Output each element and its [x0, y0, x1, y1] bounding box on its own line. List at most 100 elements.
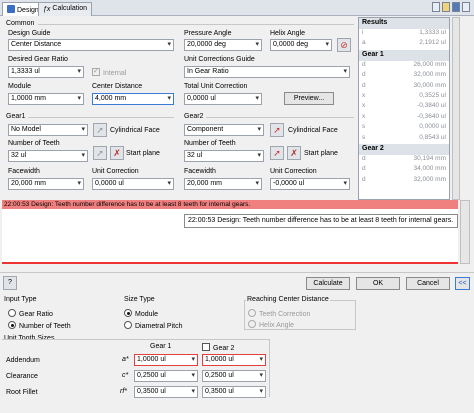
gear2-cyl-face-button[interactable]: ➚	[270, 123, 284, 137]
help-icon[interactable]	[432, 2, 440, 12]
total-unit-corr-input[interactable]: 0,0000 ul	[184, 93, 262, 105]
arrow-select-icon: ➚	[96, 125, 104, 135]
results-title: Results	[359, 18, 449, 29]
help-button[interactable]: ?	[3, 276, 17, 290]
gear1-start-plane-button[interactable]: ➚	[93, 146, 107, 160]
gear1-teeth-input[interactable]: 32 ul	[8, 150, 88, 162]
message-scrollbar[interactable]	[460, 200, 470, 264]
result-row: d 30,194 mm	[359, 155, 449, 165]
gear2-unit-corr-input[interactable]: -0,0000 ul	[270, 178, 350, 190]
col-gear1-label: Gear 1	[150, 343, 172, 350]
fx-icon: ƒx	[43, 6, 51, 13]
clearance-gear2-input[interactable]: 0,2500 ul	[202, 370, 266, 382]
gear1-type-select[interactable]: No Model	[8, 124, 88, 136]
clearance-label: Clearance	[6, 373, 38, 380]
gear2-start-plane-label: Start plane	[304, 150, 338, 157]
reaching-helix-radio[interactable]: Helix Angle	[248, 320, 294, 329]
gear2-flip-button[interactable]: ✗	[287, 146, 301, 160]
calculate-button[interactable]: Calculate	[306, 277, 350, 290]
addendum-label: Addendum	[6, 357, 40, 364]
options-icon[interactable]	[462, 2, 470, 12]
root-fillet-symbol: rf*	[120, 388, 127, 395]
reaching-teeth-corr-label: Teeth Correction	[259, 311, 311, 318]
result-row: d 32,000 mm	[359, 71, 449, 81]
checkbox-icon	[202, 343, 210, 351]
result-row: x 0,3525 ul	[359, 92, 449, 102]
internal-checkbox[interactable]: Internal	[92, 67, 127, 77]
input-number-teeth-radio[interactable]: Number of Teeth	[8, 321, 71, 330]
radio-icon	[124, 321, 132, 329]
col-gear2-label: Gear 2	[213, 345, 235, 352]
pressure-angle-select[interactable]: 20,0000 deg	[184, 39, 262, 51]
folder-icon[interactable]	[442, 2, 450, 12]
gear2-teeth-label: Number of Teeth	[184, 140, 236, 147]
preview-button[interactable]: Preview...	[284, 92, 334, 105]
helix-angle-lock-button[interactable]: ⊘	[337, 38, 351, 52]
radio-icon	[248, 309, 256, 317]
result-row: d 34,000 mm	[359, 165, 449, 175]
gear1-facewidth-input[interactable]: 20,000 mm	[8, 178, 84, 190]
results-gear2-title: Gear 2	[359, 143, 449, 155]
arrow-select-icon: ➚	[273, 148, 281, 158]
gear2-teeth-input[interactable]: 32 ul	[184, 150, 264, 162]
result-symbol: d	[362, 154, 366, 162]
gear1-unit-corr-input[interactable]: 0,0000 ul	[92, 178, 174, 190]
gear1-cyl-face-button[interactable]: ➚	[93, 123, 107, 137]
result-value: 0,3525 ul	[419, 91, 446, 99]
size-module-radio[interactable]: Module	[124, 309, 158, 318]
gear2-start-plane-button[interactable]: ➚	[270, 146, 284, 160]
radio-selected-icon	[8, 321, 16, 329]
gear1-teeth-label: Number of Teeth	[8, 140, 60, 147]
total-unit-corr-label: Total Unit Correction	[184, 83, 248, 90]
addendum-gear1-input[interactable]: 1,0000 ul	[134, 354, 198, 366]
save-icon[interactable]	[452, 2, 460, 12]
reaching-teeth-corr-radio[interactable]: Teeth Correction	[248, 309, 310, 318]
result-value: 26,000 mm	[413, 60, 446, 68]
gear2-type-select[interactable]: Component	[184, 124, 264, 136]
result-symbol: d	[362, 60, 366, 68]
toolbar-icons	[432, 2, 470, 14]
root-fillet-gear2-input[interactable]: 0,3500 ul	[202, 386, 266, 398]
ok-button[interactable]: OK	[356, 277, 400, 290]
unit-corr-guide-select[interactable]: In Gear Ratio	[184, 66, 350, 78]
result-value: 0,0000 ul	[419, 123, 446, 131]
result-value: 32,000 mm	[413, 175, 446, 183]
result-symbol: a	[362, 39, 366, 47]
result-symbol: i	[362, 29, 364, 36]
tab-calculation[interactable]: ƒx Calculation	[38, 2, 93, 16]
gear1-flip-button[interactable]: ✗	[110, 146, 124, 160]
col-gear2-checkbox[interactable]: Gear 2	[202, 343, 234, 352]
gear2-facewidth-input[interactable]: 20,000 mm	[184, 178, 262, 190]
addendum-symbol: a*	[122, 356, 129, 363]
addendum-gear2-input[interactable]: 1,0000 ul	[202, 354, 266, 366]
tab-design-label: Design	[17, 7, 39, 14]
result-row: d 32,000 mm	[359, 176, 449, 186]
result-value: 2,1912 ul	[419, 39, 446, 47]
error-bar: 22:00:53 Design: Teeth number difference…	[2, 200, 458, 209]
reaching-helix-label: Helix Angle	[259, 322, 295, 329]
flip-icon: ✗	[113, 148, 121, 158]
design-guide-select[interactable]: Center Distance	[8, 39, 174, 51]
desired-ratio-select[interactable]: 1,3333 ul	[8, 66, 84, 78]
input-gear-ratio-radio[interactable]: Gear Ratio	[8, 309, 53, 318]
flip-icon: ✗	[290, 148, 298, 158]
result-symbol: s	[362, 123, 366, 131]
results-scrollbar[interactable]	[452, 17, 460, 200]
module-label: Module	[8, 83, 31, 90]
center-distance-input[interactable]: 4,000 mm	[92, 93, 174, 105]
size-diametral-pitch-radio[interactable]: Diametral Pitch	[124, 321, 182, 330]
root-fillet-gear1-input[interactable]: 0,3500 ul	[134, 386, 198, 398]
helix-angle-input[interactable]: 0,0000 deg	[270, 39, 332, 51]
collapse-button[interactable]: <<	[455, 277, 470, 290]
internal-label: Internal	[103, 70, 127, 77]
helix-angle-label: Helix Angle	[270, 30, 306, 37]
unit-corr-guide-label: Unit Corrections Guide	[184, 56, 255, 63]
module-select[interactable]: 1,0000 mm	[8, 93, 84, 105]
result-symbol: x	[362, 91, 366, 99]
result-value: 30,194 mm	[413, 154, 446, 162]
arrow-select-icon: ➚	[96, 148, 104, 158]
result-value: 34,000 mm	[413, 165, 446, 173]
cancel-button[interactable]: Cancel	[406, 277, 450, 290]
results-panel: Results i 1,3333 ul a 2,1912 ul Gear 1 d 26…	[358, 17, 450, 200]
clearance-gear1-input[interactable]: 0,2500 ul	[134, 370, 198, 382]
